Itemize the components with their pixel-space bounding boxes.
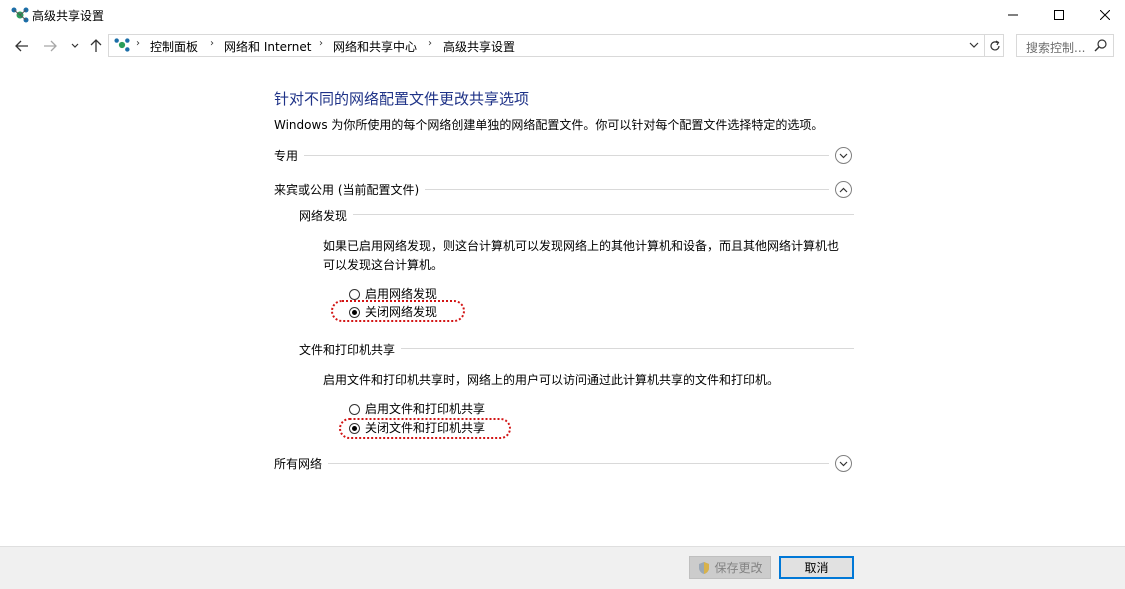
save-changes-button[interactable]: 保存更改 [689, 556, 771, 579]
disable-file-printer-sharing-label[interactable]: 关闭文件和打印机共享 [365, 419, 485, 436]
chevron-down-icon [71, 43, 79, 48]
window-title: 高级共享设置 [32, 9, 105, 23]
arrow-right-icon [44, 40, 57, 52]
breadcrumb-separator: › [136, 38, 140, 49]
page-description: Windows 为你所使用的每个网络创建单独的网络配置文件。你可以针对每个配置文… [274, 118, 824, 132]
expand-all-networks-button[interactable] [835, 455, 852, 472]
breadcrumb-network-internet[interactable]: 网络和 Internet [224, 38, 311, 55]
divider [274, 463, 829, 464]
refresh-icon [990, 39, 1000, 50]
close-icon [1100, 10, 1110, 20]
breadcrumb-separator: › [319, 38, 323, 49]
back-button[interactable] [12, 36, 32, 56]
up-button[interactable] [86, 36, 106, 56]
chevron-down-icon [969, 42, 979, 48]
breadcrumb-network-sharing-center[interactable]: 网络和共享中心 [333, 38, 417, 55]
collapse-guest-public-button[interactable] [835, 181, 852, 198]
breadcrumb-advanced-sharing[interactable]: 高级共享设置 [443, 38, 515, 55]
profile-all-networks-label[interactable]: 所有网络 [274, 455, 329, 472]
chevron-down-icon [839, 153, 848, 158]
minimize-button[interactable] [990, 0, 1036, 30]
page-title: 针对不同的网络配置文件更改共享选项 [274, 90, 530, 108]
title-bar [0, 0, 1125, 30]
arrow-left-icon [15, 40, 28, 52]
profile-guest-public-label[interactable]: 来宾或公用 (当前配置文件) [274, 181, 426, 198]
expand-private-button[interactable] [835, 147, 852, 164]
file-printer-sharing-description: 启用文件和打印机共享时，网络上的用户可以访问通过此计算机共享的文件和打印机。 [323, 373, 780, 387]
chevron-down-icon [839, 461, 848, 466]
network-discovery-description-line2: 可以发现这台计算机。 [323, 258, 444, 272]
divider [274, 155, 829, 156]
search-placeholder: 搜索控制... [1026, 41, 1086, 55]
save-changes-label: 保存更改 [714, 561, 763, 575]
search-icon[interactable] [1094, 38, 1108, 52]
forward-button[interactable] [40, 36, 60, 56]
network-app-icon [10, 6, 30, 24]
cancel-button[interactable]: 取消 [779, 556, 854, 579]
breadcrumb-separator: › [210, 38, 214, 49]
network-discovery-description-line1: 如果已启用网络发现，则这台计算机可以发现网络上的其他计算机和设备，而且其他网络计… [323, 239, 840, 253]
close-button[interactable] [1082, 0, 1125, 30]
enable-file-printer-sharing-radio[interactable] [349, 404, 360, 415]
network-location-icon [113, 37, 131, 53]
disable-network-discovery-radio[interactable] [349, 307, 360, 318]
chevron-up-icon [839, 187, 848, 192]
disable-network-discovery-label[interactable]: 关闭网络发现 [365, 303, 437, 320]
arrow-up-icon [90, 39, 102, 52]
minimize-icon [1008, 14, 1018, 16]
refresh-button[interactable] [984, 34, 1005, 57]
enable-file-printer-sharing-label[interactable]: 启用文件和打印机共享 [365, 400, 485, 417]
footer-bar [0, 546, 1125, 589]
recent-locations-button[interactable] [68, 36, 82, 56]
maximize-icon [1054, 10, 1064, 20]
divider [299, 214, 854, 215]
uac-shield-icon [699, 561, 710, 574]
network-discovery-heading: 网络发现 [299, 207, 354, 224]
maximize-button[interactable] [1036, 0, 1082, 30]
breadcrumb-separator: › [428, 38, 432, 49]
breadcrumb-control-panel[interactable]: 控制面板 [150, 38, 198, 55]
address-dropdown-button[interactable] [966, 37, 982, 53]
file-printer-sharing-heading: 文件和打印机共享 [299, 341, 402, 358]
disable-file-printer-sharing-radio[interactable] [349, 423, 360, 434]
profile-private-label[interactable]: 专用 [274, 147, 305, 164]
enable-network-discovery-radio[interactable] [349, 289, 360, 300]
cancel-label: 取消 [804, 561, 829, 575]
